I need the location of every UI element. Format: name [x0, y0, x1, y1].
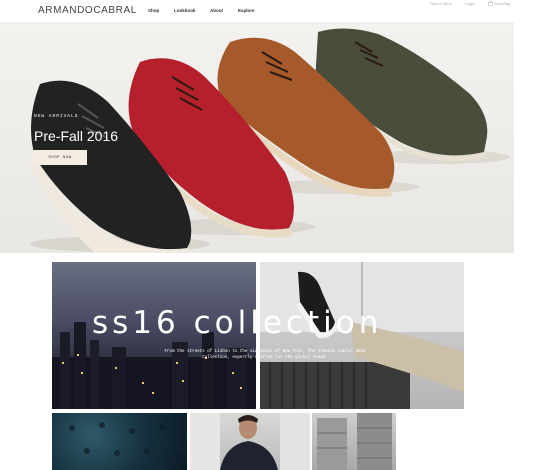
- model-portrait-image[interactable]: [190, 413, 310, 470]
- bag-link[interactable]: Your Bag: [488, 1, 511, 7]
- building: [202, 332, 214, 409]
- find-store-link[interactable]: Find a Store: [430, 1, 452, 6]
- nav-item-lookbook[interactable]: Lookbook: [174, 8, 196, 13]
- street-scene-image[interactable]: [312, 413, 396, 470]
- nav-item-shop[interactable]: Shop: [148, 8, 159, 13]
- building: [60, 332, 70, 409]
- nav-item-explore[interactable]: Explore: [238, 8, 255, 13]
- hero-kicker: NEW ARRIVALS: [34, 114, 79, 119]
- building: [90, 340, 99, 409]
- building: [74, 322, 86, 409]
- brand-logo[interactable]: ARMANDOCABRAL: [38, 5, 137, 16]
- building: [112, 347, 126, 409]
- hero-banner[interactable]: NEW ARRIVALS Pre-Fall 2016 SHOP NOW: [0, 22, 514, 253]
- jacket: [220, 441, 278, 470]
- bag-icon: [488, 1, 493, 7]
- street-illustration: [317, 413, 392, 470]
- nav-item-about[interactable]: About: [210, 8, 223, 13]
- hero-title: Pre-Fall 2016: [34, 128, 119, 144]
- bag-label: Your Bag: [494, 1, 511, 6]
- shop-now-button[interactable]: SHOP NOW: [33, 150, 87, 165]
- tufted-fabric-image[interactable]: [52, 413, 187, 470]
- portrait-illustration: [190, 413, 310, 470]
- login-link[interactable]: Login: [465, 1, 475, 6]
- collection-title: ss16 collection: [92, 305, 383, 341]
- collection-description: From the streets of Lisbon to the sidewa…: [164, 350, 366, 360]
- site-header: ARMANDOCABRAL Shop Lookbook About Explor…: [0, 0, 536, 22]
- fabric-texture: [69, 422, 180, 458]
